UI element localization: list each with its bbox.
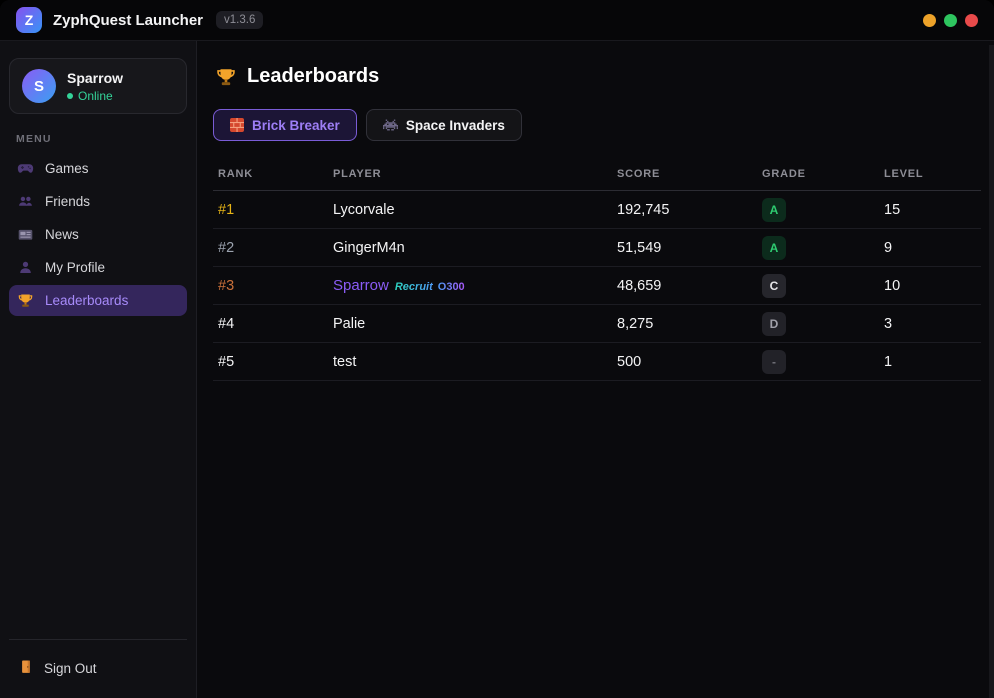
page-title: Leaderboards: [247, 65, 379, 88]
player-cell: test: [333, 354, 617, 370]
close-button[interactable]: [965, 14, 978, 27]
player-name: Sparrow: [333, 277, 389, 294]
app-window: Z ZyphQuest Launcher v1.3.6 S Sparrow On…: [0, 0, 994, 698]
sidebar-item-label: News: [45, 227, 79, 242]
player-title-badge: Recruit: [395, 281, 433, 293]
trophy-icon: [17, 292, 34, 309]
sidebar-spacer: [9, 318, 187, 639]
score-cell: 192,745: [617, 202, 762, 218]
sidebar: S Sparrow Online MENU Games: [0, 41, 197, 698]
app-logo-icon: Z: [16, 7, 42, 33]
level-cell: 10: [884, 278, 981, 294]
level-cell: 9: [884, 240, 981, 256]
scrollbar[interactable]: [989, 45, 994, 698]
sidebar-item-label: My Profile: [45, 260, 105, 275]
table-row: #1 Lycorvale 192,745 A 15: [213, 191, 981, 229]
app-title: ZyphQuest Launcher: [53, 12, 203, 29]
player-cell: Palie: [333, 316, 617, 332]
online-status-icon: [67, 93, 73, 99]
profile-card[interactable]: S Sparrow Online: [9, 58, 187, 114]
grade-badge: A: [762, 236, 786, 260]
level-cell: 15: [884, 202, 981, 218]
sidebar-item-label: Friends: [45, 194, 90, 209]
tab-label: Brick Breaker: [252, 118, 340, 133]
version-badge: v1.3.6: [216, 11, 263, 29]
sidebar-item-my-profile[interactable]: My Profile: [9, 252, 187, 283]
table-header-row: RANK PLAYER SCORE GRADE LEVEL: [213, 168, 981, 191]
minimize-button[interactable]: [923, 14, 936, 27]
title-bar: Z ZyphQuest Launcher v1.3.6: [0, 0, 994, 41]
player-cell: GingerM4n: [333, 240, 617, 256]
rank-cell: #3: [213, 278, 333, 294]
alien-icon: [383, 119, 398, 131]
rank-cell: #1: [213, 202, 333, 218]
column-header-grade: GRADE: [762, 168, 884, 180]
score-cell: 48,659: [617, 278, 762, 294]
rank-cell: #4: [213, 316, 333, 332]
rank-cell: #2: [213, 240, 333, 256]
tab-label: Space Invaders: [406, 118, 505, 133]
sidebar-item-games[interactable]: Games: [9, 153, 187, 184]
menu-section-label: MENU: [16, 133, 187, 145]
player-cell: Lycorvale: [333, 202, 617, 218]
friends-icon: [17, 193, 34, 210]
profile-status: Online: [78, 89, 113, 103]
player-cell: Sparrow Recruit O300: [333, 277, 617, 294]
sidebar-item-friends[interactable]: Friends: [9, 186, 187, 217]
gamepad-icon: [17, 160, 34, 177]
grade-badge: -: [762, 350, 786, 374]
score-cell: 8,275: [617, 316, 762, 332]
user-icon: [17, 259, 34, 276]
level-cell: 1: [884, 354, 981, 370]
brick-icon: [230, 118, 244, 132]
table-row: #5 test 500 - 1: [213, 343, 981, 381]
table-row-current-user: #3 Sparrow Recruit O300 48,659 C 10: [213, 267, 981, 305]
window-controls: [923, 14, 978, 27]
sidebar-divider: [9, 639, 187, 640]
player-tag-badge: O300: [438, 281, 465, 293]
maximize-button[interactable]: [944, 14, 957, 27]
score-cell: 51,549: [617, 240, 762, 256]
grade-badge: A: [762, 198, 786, 222]
content-area: S Sparrow Online MENU Games: [0, 41, 994, 698]
table-row: #2 GingerM4n 51,549 A 9: [213, 229, 981, 267]
rank-cell: #5: [213, 354, 333, 370]
avatar: S: [22, 69, 56, 103]
sidebar-item-label: Leaderboards: [45, 293, 128, 308]
column-header-level: LEVEL: [884, 168, 981, 180]
tab-space-invaders[interactable]: Space Invaders: [366, 109, 522, 141]
tab-brick-breaker[interactable]: Brick Breaker: [213, 109, 357, 141]
grade-badge: C: [762, 274, 786, 298]
sidebar-item-leaderboards[interactable]: Leaderboards: [9, 285, 187, 316]
game-tabs: Brick Breaker Space Invaders: [213, 109, 981, 141]
grade-badge: D: [762, 312, 786, 336]
level-cell: 3: [884, 316, 981, 332]
trophy-icon: [215, 66, 237, 88]
score-cell: 500: [617, 354, 762, 370]
profile-name: Sparrow: [67, 70, 123, 86]
leaderboard-table: RANK PLAYER SCORE GRADE LEVEL #1 Lycorva…: [213, 168, 981, 381]
door-exit-icon: [17, 658, 34, 678]
table-row: #4 Palie 8,275 D 3: [213, 305, 981, 343]
main-panel: Leaderboards Brick Breaker Space Invader…: [197, 41, 994, 698]
sidebar-item-label: Games: [45, 161, 89, 176]
news-icon: [17, 226, 34, 243]
sign-out-button[interactable]: Sign Out: [9, 653, 187, 683]
column-header-player: PLAYER: [333, 168, 617, 180]
sidebar-item-news[interactable]: News: [9, 219, 187, 250]
column-header-rank: RANK: [213, 168, 333, 180]
column-header-score: SCORE: [617, 168, 762, 180]
sign-out-label: Sign Out: [44, 661, 97, 676]
